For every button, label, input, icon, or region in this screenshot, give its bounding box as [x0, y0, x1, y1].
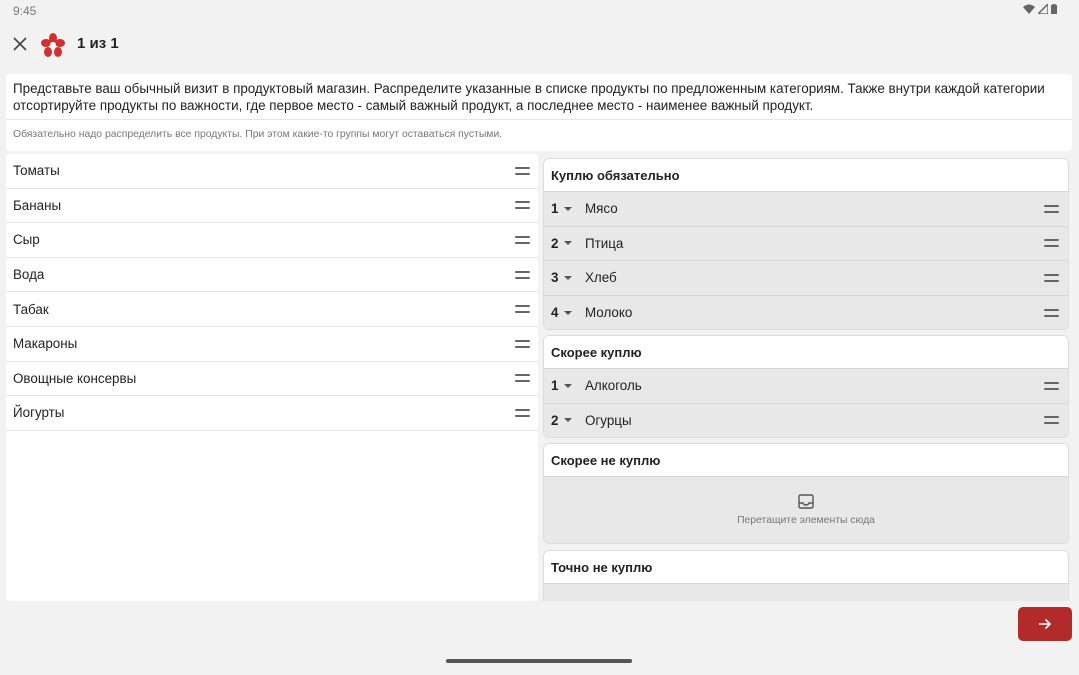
wifi-icon: [1023, 4, 1035, 14]
item-label: Бананы: [13, 197, 62, 213]
drop-zone-hint: Перетащите элементы сюда: [737, 515, 875, 526]
item-label: Мясо: [585, 201, 618, 217]
drag-handle-icon[interactable]: [1044, 308, 1059, 317]
list-item[interactable]: Сыр: [6, 223, 538, 258]
drop-zone[interactable]: Перетащите элементы сюда: [544, 476, 1068, 543]
drag-handle-icon[interactable]: [515, 270, 530, 279]
rank-dropdown[interactable]: 4: [551, 305, 585, 320]
item-label: Вода: [13, 267, 45, 283]
close-icon: [13, 37, 27, 51]
chevron-down-icon: [564, 310, 573, 315]
item-label: Алкоголь: [585, 378, 642, 394]
home-indicator[interactable]: [446, 659, 632, 663]
rank-number: 3: [551, 270, 559, 286]
item-label: Овощные консервы: [13, 370, 137, 386]
drag-handle-icon[interactable]: [515, 305, 530, 314]
ranked-item[interactable]: 2 Птица: [544, 225, 1068, 261]
unsorted-items-list: Томаты Бананы Сыр Вода Табак Макароны Ов…: [6, 154, 538, 601]
item-label: Йогурты: [13, 405, 65, 421]
item-label: Томаты: [13, 163, 60, 179]
list-item[interactable]: Йогурты: [6, 396, 538, 431]
item-label: Молоко: [585, 305, 633, 321]
close-button[interactable]: [9, 33, 31, 55]
rank-dropdown[interactable]: 1: [551, 201, 585, 216]
instructions-note: Обязательно надо распределить все продук…: [13, 129, 503, 140]
chevron-down-icon: [564, 383, 573, 388]
rank-dropdown[interactable]: 2: [551, 236, 585, 251]
group-must-buy: Куплю обязательно 1 Мясо 2 Птица 3 Хлеб …: [543, 158, 1069, 331]
rank-number: 2: [551, 412, 559, 428]
group-title: Точно не куплю: [544, 551, 1068, 583]
page-title: 1 из 1: [77, 35, 119, 52]
status-icons: [1023, 4, 1057, 14]
group-title: Куплю обязательно: [544, 159, 1068, 191]
item-label: Огурцы: [585, 412, 632, 428]
list-item[interactable]: Табак: [6, 292, 538, 327]
categories-panel: Куплю обязательно 1 Мясо 2 Птица 3 Хлеб …: [539, 154, 1072, 601]
drag-handle-icon[interactable]: [1044, 204, 1059, 213]
group-definitely-not-buy: Точно не куплю: [543, 550, 1069, 601]
chevron-down-icon: [564, 206, 573, 211]
list-item[interactable]: Бананы: [6, 189, 538, 224]
rank-number: 2: [551, 235, 559, 251]
signal-icon: [1038, 4, 1048, 14]
group-title: Скорее куплю: [544, 336, 1068, 368]
item-label: Птица: [585, 235, 624, 251]
drag-handle-icon[interactable]: [1044, 381, 1059, 390]
drag-handle-icon[interactable]: [515, 339, 530, 348]
arrow-right-icon: [1039, 618, 1052, 630]
drag-handle-icon[interactable]: [515, 235, 530, 244]
rank-number: 1: [551, 378, 559, 394]
next-button[interactable]: [1018, 607, 1072, 641]
drag-handle-icon[interactable]: [515, 201, 530, 210]
item-label: Табак: [13, 301, 49, 317]
instructions-card: Представьте ваш обычный визит в продукто…: [6, 74, 1072, 151]
ranked-item[interactable]: 2 Огурцы: [544, 402, 1068, 438]
drag-handle-icon[interactable]: [1044, 273, 1059, 282]
chevron-down-icon: [564, 275, 573, 280]
drop-zone[interactable]: [544, 583, 1068, 601]
instructions-text: Представьте ваш обычный визит в продукто…: [6, 74, 1072, 120]
battery-icon: [1051, 4, 1057, 14]
drag-handle-icon[interactable]: [515, 374, 530, 383]
group-title: Скорее не куплю: [544, 444, 1068, 476]
ranked-item[interactable]: 1 Алкоголь: [544, 368, 1068, 403]
chevron-down-icon: [564, 418, 573, 423]
rank-dropdown[interactable]: 2: [551, 413, 585, 428]
ranked-item[interactable]: 4 Молоко: [544, 294, 1068, 330]
item-label: Хлеб: [585, 270, 617, 286]
drag-handle-icon[interactable]: [1044, 239, 1059, 248]
drag-handle-icon[interactable]: [515, 166, 530, 175]
list-item[interactable]: Томаты: [6, 154, 538, 189]
app-bar: 1 из 1: [0, 22, 1079, 68]
status-bar: 9:45: [0, 0, 1079, 22]
ranked-item[interactable]: 1 Мясо: [544, 191, 1068, 226]
rank-number: 4: [551, 305, 559, 321]
status-time: 9:45: [13, 4, 37, 18]
inbox-icon: [798, 494, 814, 509]
rank-dropdown[interactable]: 3: [551, 270, 585, 285]
list-item[interactable]: Макароны: [6, 327, 538, 362]
ranked-item[interactable]: 3 Хлеб: [544, 260, 1068, 295]
rank-dropdown[interactable]: 1: [551, 378, 585, 393]
group-likely-not-buy: Скорее не куплю Перетащите элементы сюда: [543, 443, 1069, 544]
group-likely-buy: Скорее куплю 1 Алкоголь 2 Огурцы: [543, 335, 1069, 439]
chevron-down-icon: [564, 241, 573, 246]
item-label: Макароны: [13, 336, 78, 352]
flower-logo-icon: [41, 33, 65, 57]
rank-number: 1: [551, 201, 559, 217]
list-item[interactable]: Овощные консервы: [6, 362, 538, 397]
drag-handle-icon[interactable]: [515, 408, 530, 417]
list-item[interactable]: Вода: [6, 258, 538, 293]
item-label: Сыр: [13, 232, 40, 248]
drag-handle-icon[interactable]: [1044, 416, 1059, 425]
